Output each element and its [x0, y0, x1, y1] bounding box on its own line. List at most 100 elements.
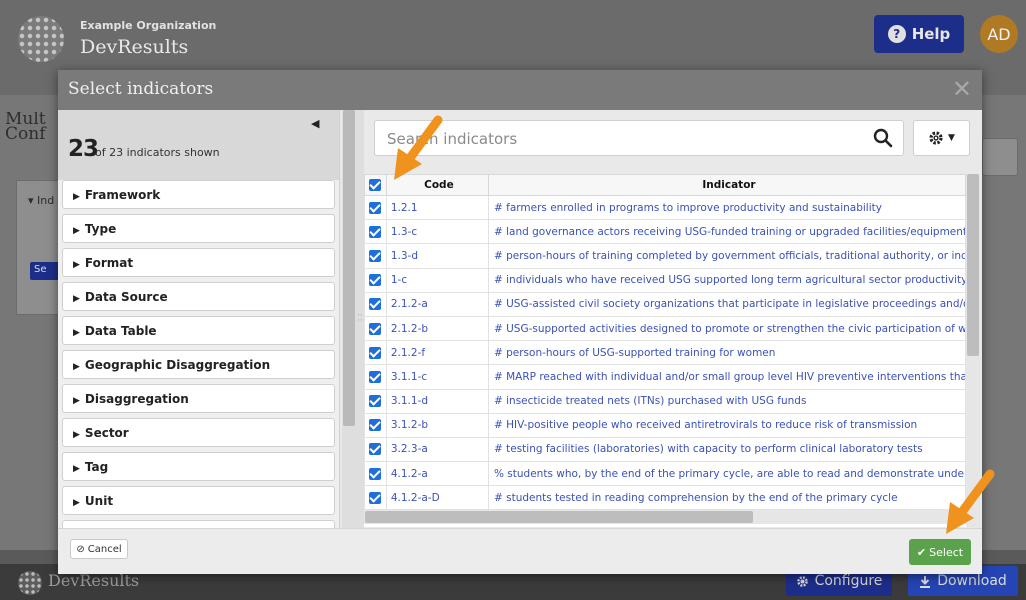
indicator-name-link[interactable]: # HIV-positive people who received antir… [487, 412, 966, 438]
indicator-code-link[interactable]: 2.1.2-b [385, 315, 489, 342]
table-row[interactable]: 4.1.2-a% students who, by the end of the… [364, 461, 966, 487]
table-row[interactable]: 2.1.2-b # USG-supported activities design… [364, 315, 966, 342]
select-button[interactable]: ✔ Select [909, 539, 971, 565]
filter-more[interactable] [62, 520, 335, 528]
filter-unit[interactable]: ▶ Unit [62, 486, 335, 515]
indicator-name-link[interactable]: # MARP reached with individual and/or sm… [487, 364, 966, 390]
indicator-code-link[interactable]: 1-c [385, 267, 489, 293]
indicator-code-link[interactable]: 1.2.1 [385, 194, 489, 221]
checkbox-icon[interactable] [369, 179, 382, 191]
indicator-name-link[interactable]: # person-hours of training completed by … [487, 243, 966, 269]
table-row[interactable]: 3.1.1-c # MARP reached with individual an… [364, 364, 966, 390]
filter-format[interactable]: ▶ Format [62, 248, 335, 277]
collapse-arrow-icon[interactable]: ◀ [311, 117, 319, 130]
checkbox-icon[interactable] [369, 322, 382, 335]
indicator-name-link[interactable]: # person-hours of USG-supported training… [487, 340, 966, 366]
filter-data-table[interactable]: ▶ Data Table [62, 316, 335, 345]
row-checkbox[interactable] [364, 388, 387, 414]
checkbox-icon[interactable] [369, 491, 382, 504]
row-checkbox[interactable] [364, 436, 387, 463]
checkbox-icon[interactable] [369, 298, 382, 311]
checkbox-icon[interactable] [369, 370, 382, 383]
row-checkbox[interactable] [364, 219, 387, 245]
checkbox-icon[interactable] [369, 346, 382, 359]
table-row[interactable]: 2.1.2-f # person-hours of USG-supported t… [364, 340, 966, 366]
checkbox-icon[interactable] [369, 225, 382, 238]
indicator-name-link[interactable]: # testing facilities (laboratories) with… [487, 436, 966, 463]
indicator-code-link[interactable]: 3.2.3-a [385, 436, 489, 463]
table-header-row: Code Indicator [364, 174, 966, 196]
indicator-code-link[interactable]: 2.1.2-a [385, 291, 489, 317]
row-checkbox[interactable] [364, 340, 387, 366]
indicator-code-link[interactable]: 3.1.2-b [385, 412, 489, 438]
row-checkbox[interactable] [364, 412, 387, 438]
table-vertical-scrollbar-thumb[interactable] [967, 174, 979, 356]
table-row[interactable]: 3.1.2-b # HIV-positive people who receive… [364, 412, 966, 438]
caret-right-icon: ▶ [73, 192, 80, 202]
filter-data-source[interactable]: ▶ Data Source [62, 282, 335, 311]
checkbox-icon[interactable] [369, 201, 382, 214]
filter-scrollbar-thumb[interactable] [343, 110, 355, 426]
row-checkbox[interactable] [364, 461, 387, 487]
row-checkbox[interactable] [364, 485, 387, 511]
table-row[interactable]: 2.1.2-a # USG-assisted civil society orga… [364, 291, 966, 317]
indicator-code-link[interactable]: 1.3-d [385, 243, 489, 269]
table-row[interactable]: 3.2.3-a # testing facilities (laboratorie… [364, 436, 966, 463]
column-header-code[interactable]: Code [385, 174, 489, 196]
footer-logo-icon [18, 571, 42, 595]
row-checkbox[interactable] [364, 267, 387, 293]
checkbox-icon[interactable] [369, 395, 382, 408]
avatar[interactable]: AD [980, 15, 1018, 53]
indicator-name-link[interactable]: # students tested in reading comprehensi… [487, 485, 966, 511]
table-row[interactable]: 1.2.1 # farmers enrolled in programs to i… [364, 194, 966, 221]
indicator-name-link[interactable]: % students who, by the end of the primar… [487, 461, 966, 487]
caret-right-icon: ▶ [73, 328, 80, 338]
help-button[interactable]: ? Help [874, 15, 964, 53]
search-icon[interactable] [873, 128, 893, 148]
indicator-code-link[interactable]: 1.3-c [385, 219, 489, 245]
row-checkbox[interactable] [364, 194, 387, 221]
settings-dropdown-button[interactable]: ▼ [913, 120, 970, 156]
filter-framework[interactable]: ▶ Framework [62, 180, 335, 209]
filter-sector[interactable]: ▶ Sector [62, 418, 335, 447]
checkbox-icon[interactable] [369, 467, 382, 480]
indicator-name-link[interactable]: # individuals who have received USG supp… [487, 267, 966, 293]
checkbox-icon[interactable] [369, 443, 382, 456]
filter-type[interactable]: ▶ Type [62, 214, 335, 243]
table-row[interactable]: 3.1.1-d # insecticide treated nets (ITNs)… [364, 388, 966, 414]
table-row[interactable]: 1-c # individuals who have received USG s… [364, 267, 966, 293]
select-label: Select [929, 545, 964, 559]
search-input[interactable]: Search indicators [374, 120, 904, 156]
row-checkbox[interactable] [364, 364, 387, 390]
indicator-code-link[interactable]: 2.1.2-f [385, 340, 489, 366]
table-horizontal-scrollbar-thumb[interactable] [365, 511, 753, 523]
indicator-code-link[interactable]: 3.1.1-c [385, 364, 489, 390]
close-icon[interactable]: ✕ [952, 75, 972, 103]
row-checkbox[interactable] [364, 291, 387, 317]
indicator-code-link[interactable]: 3.1.1-d [385, 388, 489, 414]
filter-tag[interactable]: ▶ Tag [62, 452, 335, 481]
table-row[interactable]: 4.1.2-a-D # students tested in reading co… [364, 485, 966, 511]
checkbox-icon[interactable] [369, 274, 382, 287]
indicator-name-link[interactable]: # USG-assisted civil society organizatio… [487, 291, 966, 317]
modal-footer: ⊘ Cancel ✔ Select [58, 528, 982, 574]
checkbox-icon[interactable] [369, 249, 382, 262]
indicator-name-link[interactable]: # USG-supported activities designed to p… [487, 315, 966, 342]
indicator-name-link[interactable]: # farmers enrolled in programs to improv… [487, 194, 966, 221]
table-row[interactable]: 1.3-c # land governance actors receiving … [364, 219, 966, 245]
select-all-checkbox[interactable] [364, 174, 387, 196]
row-checkbox[interactable] [364, 315, 387, 342]
row-checkbox[interactable] [364, 243, 387, 269]
indicator-code-link[interactable]: 4.1.2-a [385, 461, 489, 487]
cancel-label: Cancel [87, 543, 122, 555]
cancel-button[interactable]: ⊘ Cancel [70, 539, 128, 559]
indicator-name-link[interactable]: # land governance actors receiving USG-f… [487, 219, 966, 245]
filter-disaggregation[interactable]: ▶ Disaggregation [62, 384, 335, 413]
indicator-name-link[interactable]: # insecticide treated nets (ITNs) purcha… [487, 388, 966, 414]
search-placeholder: Search indicators [387, 130, 518, 148]
column-header-indicator[interactable]: Indicator [487, 174, 966, 196]
filter-geographic-disaggregation[interactable]: ▶ Geographic Disaggregation [62, 350, 335, 379]
indicator-code-link[interactable]: 4.1.2-a-D [385, 485, 489, 511]
checkbox-icon[interactable] [369, 419, 382, 432]
table-row[interactable]: 1.3-d # person-hours of training complete… [364, 243, 966, 269]
